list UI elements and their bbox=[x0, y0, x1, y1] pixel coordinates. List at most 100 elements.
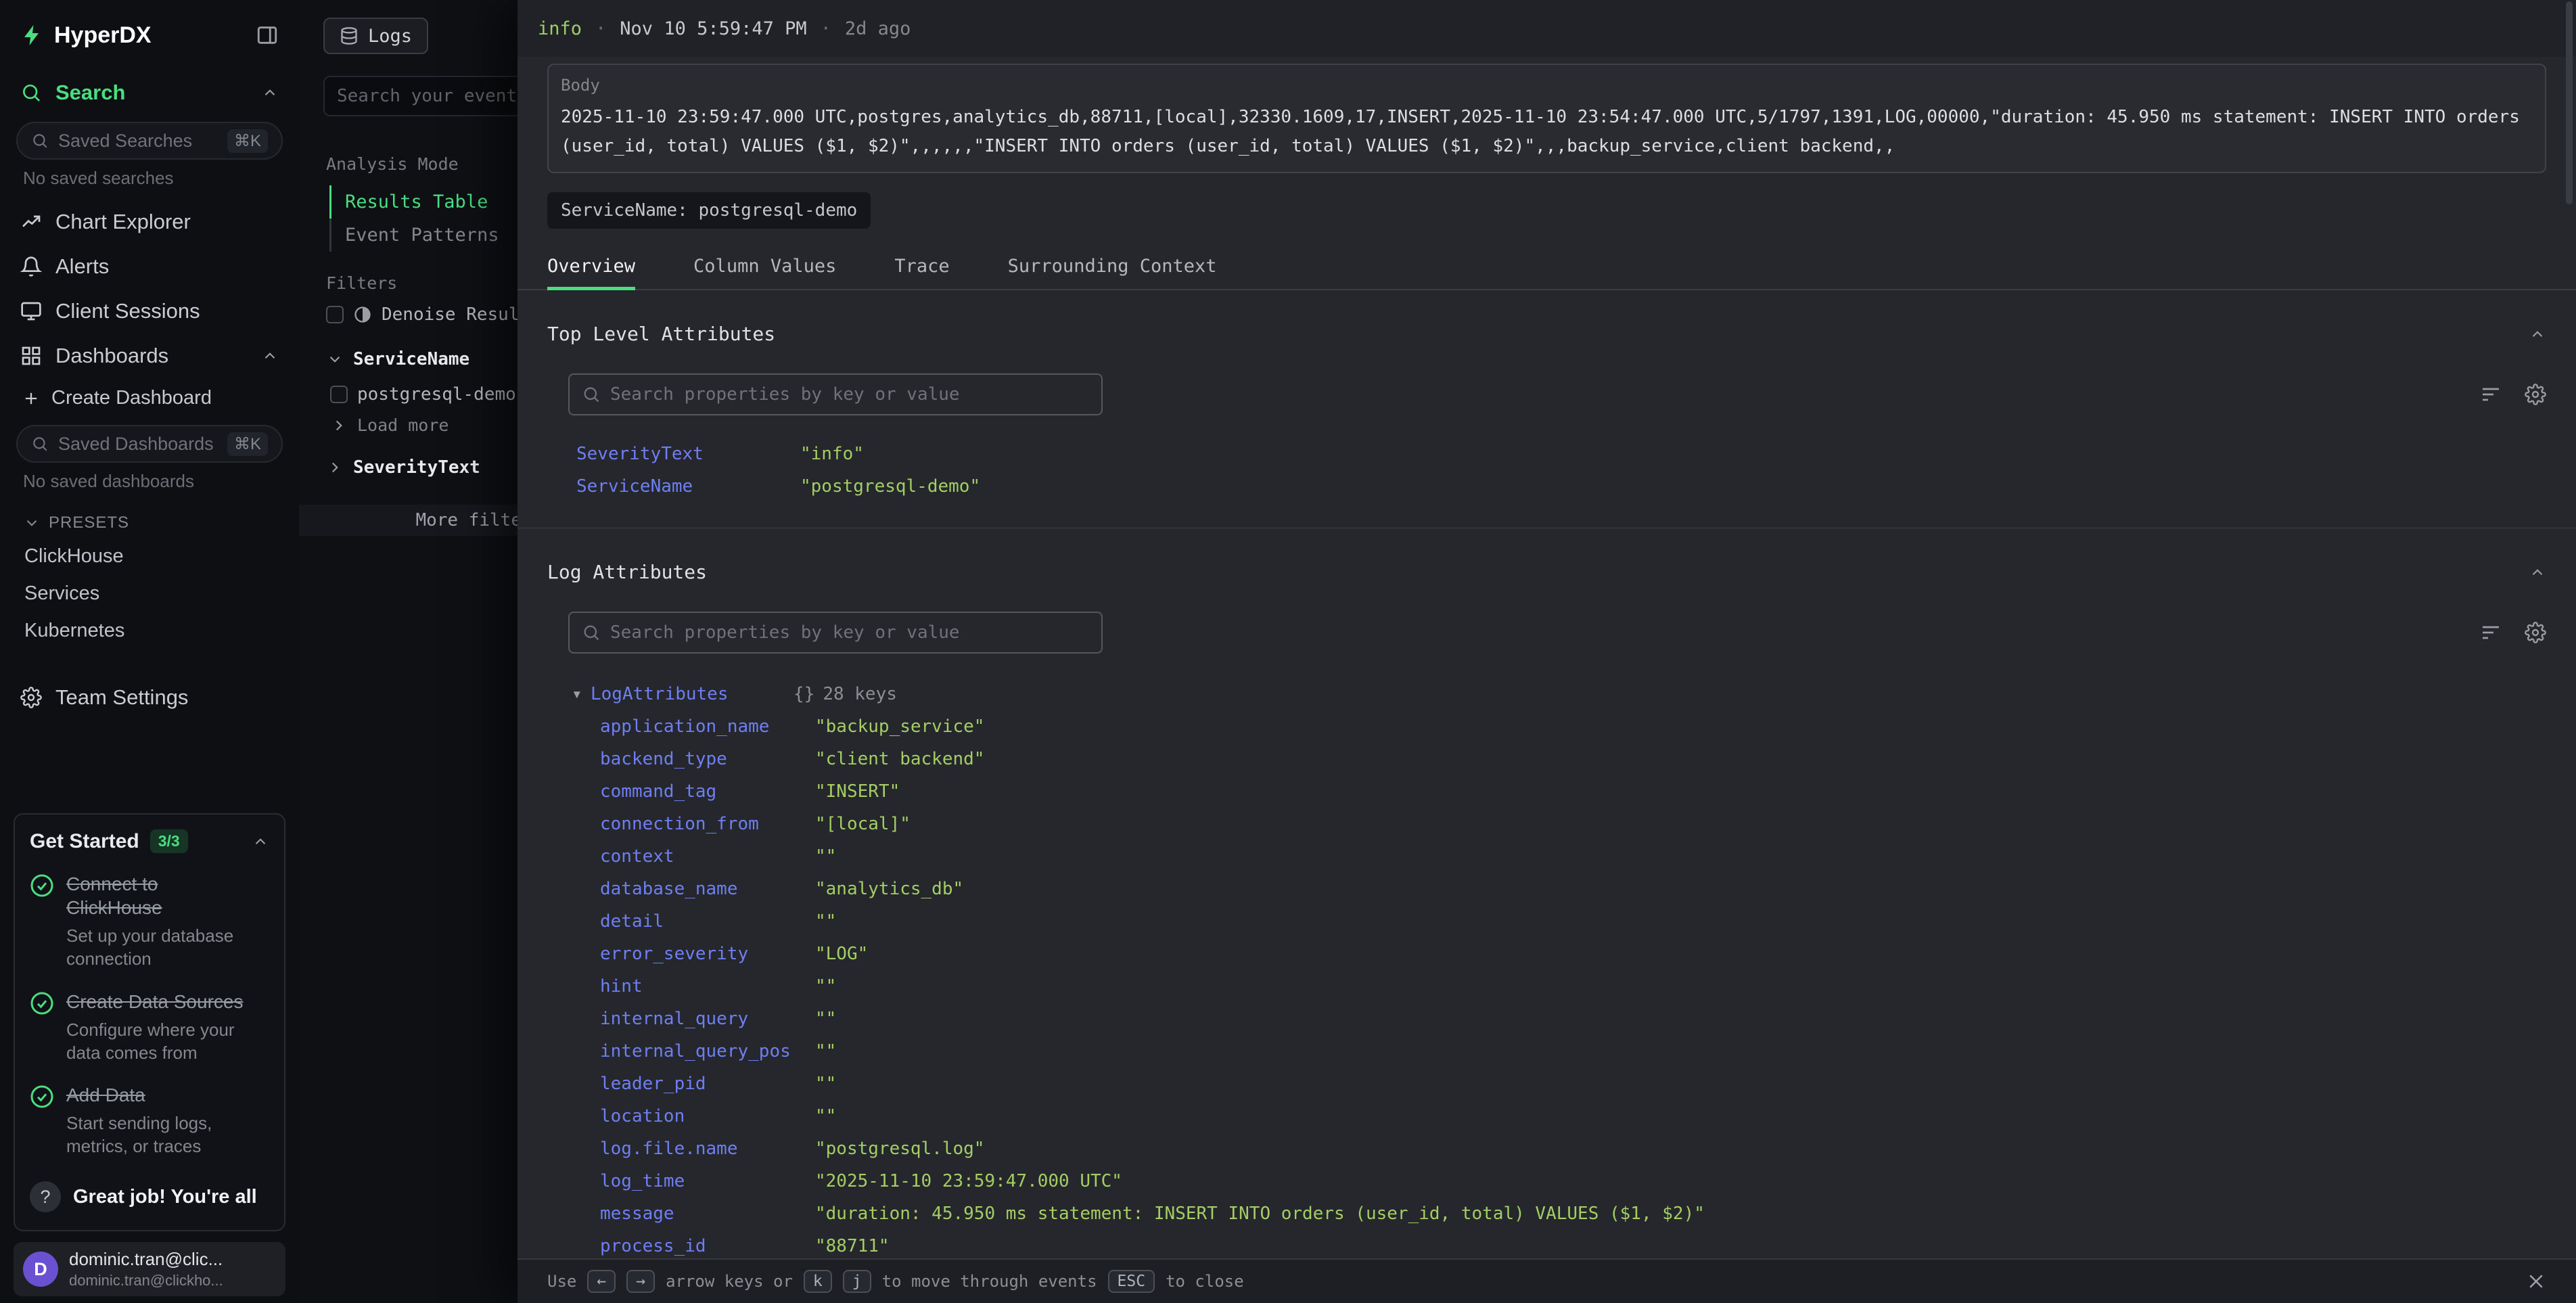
hyperdx-logo[interactable]: HyperDX bbox=[20, 22, 152, 49]
sidebar-item-chart-explorer[interactable]: Chart Explorer bbox=[14, 200, 285, 244]
attribute-key[interactable]: database_name bbox=[600, 879, 815, 899]
list-view-icon[interactable] bbox=[2480, 384, 2502, 405]
preset-item[interactable]: Kubernetes bbox=[14, 612, 285, 649]
saved-searches-input[interactable]: ⌘K bbox=[16, 122, 283, 160]
attribute-value[interactable]: "" bbox=[815, 976, 836, 997]
attribute-key[interactable]: internal_query_pos bbox=[600, 1041, 815, 1061]
attribute-value[interactable]: "backup_service" bbox=[815, 716, 984, 737]
presets-header[interactable]: PRESETS bbox=[14, 503, 285, 538]
event-search-input[interactable] bbox=[337, 86, 518, 106]
collapse-sidebar-icon[interactable] bbox=[256, 24, 279, 47]
sidebar-item-search[interactable]: Search bbox=[14, 70, 285, 115]
property-search-input[interactable] bbox=[610, 622, 1089, 643]
chevron-up-icon[interactable] bbox=[261, 84, 279, 101]
saved-searches-field[interactable] bbox=[58, 131, 218, 152]
grid-icon bbox=[20, 345, 42, 367]
attribute-value[interactable]: "client backend" bbox=[815, 749, 984, 769]
preset-item[interactable]: Services bbox=[14, 575, 285, 612]
tab-trace[interactable]: Trace bbox=[894, 245, 949, 289]
attribute-value[interactable]: "" bbox=[815, 1041, 836, 1061]
saved-dashboards-input[interactable]: ⌘K bbox=[16, 425, 283, 463]
attribute-value[interactable]: "duration: 45.950 ms statement: INSERT I… bbox=[815, 1204, 1705, 1224]
attribute-value[interactable]: "" bbox=[815, 911, 836, 932]
checkbox[interactable] bbox=[330, 386, 348, 403]
create-dashboard-button[interactable]: Create Dashboard bbox=[14, 378, 285, 418]
attribute-key[interactable]: context bbox=[600, 846, 815, 867]
get-started-header[interactable]: Get Started 3/3 bbox=[30, 829, 269, 853]
attribute-key[interactable]: log.file.name bbox=[600, 1139, 815, 1159]
gear-icon[interactable] bbox=[2525, 622, 2546, 643]
attribute-value[interactable]: "" bbox=[815, 1106, 836, 1126]
attribute-key[interactable]: application_name bbox=[600, 716, 815, 737]
checkbox[interactable] bbox=[326, 306, 344, 323]
sidebar-item-label: Client Sessions bbox=[55, 299, 200, 323]
list-view-icon[interactable] bbox=[2480, 622, 2502, 643]
attribute-key[interactable]: log_time bbox=[600, 1171, 815, 1191]
attribute-value[interactable]: "INSERT" bbox=[815, 781, 900, 802]
attribute-key[interactable]: hint bbox=[600, 976, 815, 997]
close-icon[interactable] bbox=[2526, 1271, 2546, 1291]
event-search-box[interactable] bbox=[323, 76, 518, 116]
load-more-button[interactable]: Load more bbox=[330, 415, 448, 435]
facet-severitytext-header[interactable]: SeverityText bbox=[326, 457, 480, 478]
attribute-key[interactable]: command_tag bbox=[600, 781, 815, 802]
attribute-key[interactable]: backend_type bbox=[600, 749, 815, 769]
sidebar-item-client-sessions[interactable]: Client Sessions bbox=[14, 289, 285, 334]
sidebar-item-alerts[interactable]: Alerts bbox=[14, 244, 285, 289]
attribute-value[interactable]: "LOG" bbox=[815, 944, 868, 964]
service-name-tag[interactable]: ServiceName: postgresql-demo bbox=[547, 192, 871, 229]
preset-item[interactable]: ClickHouse bbox=[14, 538, 285, 575]
chevron-up-icon[interactable] bbox=[252, 833, 269, 850]
attribute-key[interactable]: message bbox=[600, 1204, 815, 1224]
facet-servicename-header[interactable]: ServiceName bbox=[326, 349, 469, 369]
attribute-value[interactable]: "" bbox=[815, 1009, 836, 1029]
user-menu[interactable]: D dominic.tran@clic... dominic.tran@clic… bbox=[14, 1242, 285, 1296]
property-search-box[interactable] bbox=[568, 612, 1103, 654]
attribute-value[interactable]: "" bbox=[815, 1074, 836, 1094]
sidebar-item-dashboards[interactable]: Dashboards bbox=[14, 334, 285, 378]
tree-root-key[interactable]: LogAttributes bbox=[591, 684, 794, 704]
get-started-item[interactable]: Connect to ClickHouse Set up your databa… bbox=[30, 872, 269, 971]
saved-dashboards-field[interactable] bbox=[58, 434, 218, 455]
attribute-value[interactable]: "postgresql.log" bbox=[815, 1139, 984, 1159]
chevron-up-icon[interactable] bbox=[2529, 325, 2546, 343]
mode-event-patterns[interactable]: Event Patterns bbox=[329, 219, 518, 252]
analysis-mode-list: Results Table Event Patterns bbox=[329, 185, 518, 252]
denoise-toggle[interactable]: Denoise Resul bbox=[326, 304, 518, 325]
attribute-value[interactable]: "info" bbox=[800, 444, 864, 464]
chevron-up-icon[interactable] bbox=[261, 347, 279, 365]
scrollbar-thumb[interactable] bbox=[2566, 1, 2573, 204]
attribute-key[interactable]: location bbox=[600, 1106, 815, 1126]
attribute-value[interactable]: "analytics_db" bbox=[815, 879, 963, 899]
mode-results-table[interactable]: Results Table bbox=[329, 185, 518, 219]
attribute-key[interactable]: SeverityText bbox=[576, 444, 800, 464]
facet-value-row[interactable]: postgresql-demo bbox=[330, 384, 516, 405]
attribute-value[interactable]: "88711" bbox=[815, 1236, 890, 1256]
attribute-value[interactable]: "[local]" bbox=[815, 814, 911, 834]
get-started-item[interactable]: Add Data Start sending logs, metrics, or… bbox=[30, 1083, 269, 1158]
property-search-box[interactable] bbox=[568, 373, 1103, 415]
attribute-key[interactable]: leader_pid bbox=[600, 1074, 815, 1094]
attribute-value[interactable]: "2025-11-10 23:59:47.000 UTC" bbox=[815, 1171, 1122, 1191]
attribute-key[interactable]: internal_query bbox=[600, 1009, 815, 1029]
attribute-value[interactable]: "" bbox=[815, 846, 836, 867]
attribute-key[interactable]: ServiceName bbox=[576, 476, 800, 497]
tab-overview[interactable]: Overview bbox=[547, 245, 635, 289]
source-selector[interactable]: Logs bbox=[323, 18, 428, 54]
attribute-key[interactable]: error_severity bbox=[600, 944, 815, 964]
tab-surrounding-context[interactable]: Surrounding Context bbox=[1008, 245, 1217, 289]
gear-icon[interactable] bbox=[2525, 384, 2546, 405]
help-icon[interactable]: ? bbox=[30, 1181, 61, 1212]
attribute-key[interactable]: connection_from bbox=[600, 814, 815, 834]
attribute-value[interactable]: "postgresql-demo" bbox=[800, 476, 980, 497]
collapse-caret-icon[interactable]: ▾ bbox=[572, 684, 591, 704]
get-started-item[interactable]: Create Data Sources Configure where your… bbox=[30, 990, 269, 1065]
tab-column-values[interactable]: Column Values bbox=[693, 245, 836, 289]
sidebar-item-team-settings[interactable]: Team Settings bbox=[14, 675, 285, 720]
property-search-input[interactable] bbox=[610, 384, 1089, 405]
more-filters-button[interactable]: More filte bbox=[299, 505, 518, 536]
chevron-up-icon[interactable] bbox=[2529, 564, 2546, 581]
separator: · bbox=[821, 18, 831, 39]
attribute-key[interactable]: process_id bbox=[600, 1236, 815, 1256]
attribute-key[interactable]: detail bbox=[600, 911, 815, 932]
